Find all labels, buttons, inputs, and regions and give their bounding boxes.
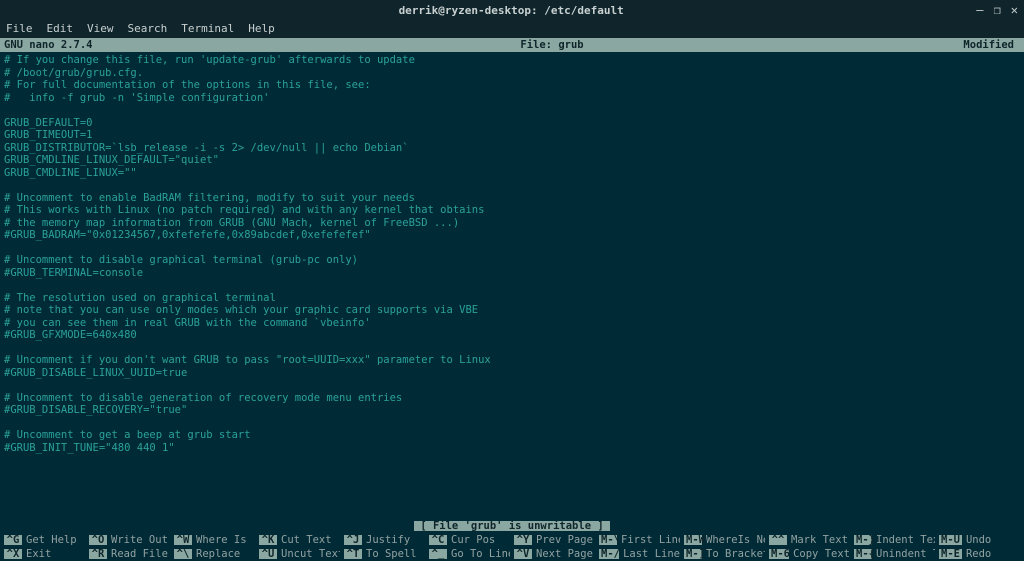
shortcut-read-file[interactable]: ^R Read File [89,547,170,561]
shortcut-key: ^U [259,549,277,560]
shortcut-key: M-/ [599,549,619,560]
shortcut-whereis-next[interactable]: M-W WhereIs Next [684,533,765,547]
shortcut-key: M-{ [854,549,872,560]
shortcut-key: M-U [939,535,962,546]
shortcut-label: Copy Text [793,549,850,560]
nano-filename: File: grub [204,40,900,51]
shortcut-uncut-text[interactable]: ^U Uncut Text [259,547,340,561]
nano-version: GNU nano 2.7.4 [4,40,204,51]
shortcut-key: ^X [4,549,22,560]
shortcut-first-line[interactable]: M-\ First Line [599,533,680,547]
shortcut-label: Get Help [26,535,77,546]
shortcut-label: Prev Page [536,535,593,546]
shortcut-label: Next Page [536,549,593,560]
shortcut-key: ^R [89,549,107,560]
shortcut-undo[interactable]: M-U Undo [939,533,1020,547]
maximize-icon[interactable]: ❐ [994,4,1001,16]
editor-content[interactable]: # If you change this file, run 'update-g… [0,52,1024,454]
shortcut-label: First Line [621,535,680,546]
shortcut-label: Indent Text [876,535,935,546]
shortcut-label: Last Line [623,549,680,560]
shortcut-label: Unindent Text [876,549,935,560]
window-title: derrik@ryzen-desktop: /etc/default [46,5,976,16]
minimize-icon[interactable]: — [976,4,983,16]
shortcut-label: Where Is [196,535,247,546]
shortcut-label: WhereIs Next [706,535,765,546]
shortcut-to-bracket[interactable]: M-] To Bracket [684,547,765,561]
shortcut-label: Go To Line [451,549,510,560]
shortcut-get-help[interactable]: ^G Get Help [4,533,85,547]
menu-search[interactable]: Search [128,23,168,34]
nano-modified: Modified [900,40,1020,51]
shortcut-key: M-6 [769,549,789,560]
shortcut-key: ^W [174,535,192,546]
shortcut-prev-page[interactable]: ^Y Prev Page [514,533,595,547]
shortcut-key: ^C [429,535,447,546]
shortcut-key: M-\ [599,535,617,546]
nano-header: GNU nano 2.7.4 File: grub Modified [0,38,1024,52]
shortcut-key: ^J [344,535,362,546]
shortcut-label: Exit [26,549,51,560]
shortcut-label: Read File [111,549,168,560]
shortcut-justify[interactable]: ^J Justify [344,533,425,547]
shortcut-key: ^Y [514,535,532,546]
shortcut-unindent-text[interactable]: M-{ Unindent Text [854,547,935,561]
menu-view[interactable]: View [87,23,114,34]
menubar: File Edit View Search Terminal Help [0,20,1024,38]
shortcut-where-is[interactable]: ^W Where Is [174,533,255,547]
shortcut-label: Redo [966,549,991,560]
shortcut-key: ^\ [174,549,192,560]
shortcut-cut-text[interactable]: ^K Cut Text [259,533,340,547]
shortcut-last-line[interactable]: M-/ Last Line [599,547,680,561]
shortcut-label: Justify [366,535,410,546]
shortcut-key: ^V [514,549,532,560]
shortcut-key: ^_ [429,549,447,560]
shortcut-label: Mark Text [791,535,848,546]
shortcut-key: ^O [89,535,107,546]
close-icon[interactable]: ✕ [1011,4,1018,16]
menu-terminal[interactable]: Terminal [181,23,234,34]
shortcut-label: Undo [966,535,991,546]
shortcut-indent-text[interactable]: M-} Indent Text [854,533,935,547]
shortcut-key: ^K [259,535,277,546]
shortcut-key: M-] [684,549,702,560]
shortcut-key: ^T [344,549,362,560]
shortcut-key: M-W [684,535,702,546]
shortcut-key: M-E [939,549,962,560]
shortcut-copy-text[interactable]: M-6 Copy Text [769,547,850,561]
shortcut-go-to-line[interactable]: ^_ Go To Line [429,547,510,561]
shortcut-label: Replace [196,549,240,560]
menu-file[interactable]: File [6,23,33,34]
status-bar: [ File 'grub' is unwritable ] [0,521,1024,532]
shortcut-label: To Bracket [706,549,765,560]
titlebar: derrik@ryzen-desktop: /etc/default — ❐ ✕ [0,0,1024,20]
shortcut-mark-text[interactable]: ^^ Mark Text [769,533,850,547]
shortcut-label: Uncut Text [281,549,340,560]
shortcut-key: ^G [4,535,22,546]
shortcut-label: To Spell [366,549,417,560]
shortcut-label: Cut Text [281,535,332,546]
status-message: [ File 'grub' is unwritable ] [414,521,609,532]
shortcut-write-out[interactable]: ^O Write Out [89,533,170,547]
shortcut-exit[interactable]: ^X Exit [4,547,85,561]
shortcut-key: M-} [854,535,872,546]
shortcut-redo[interactable]: M-E Redo [939,547,1020,561]
shortcut-key: ^^ [769,535,787,546]
shortcut-replace[interactable]: ^\ Replace [174,547,255,561]
shortcut-bar: ^G Get Help ^O Write Out ^W Where Is ^K Cut Tex… [0,533,1024,561]
shortcut-to-spell[interactable]: ^T To Spell [344,547,425,561]
shortcut-label: Cur Pos [451,535,495,546]
menu-edit[interactable]: Edit [47,23,74,34]
shortcut-cur-pos[interactable]: ^C Cur Pos [429,533,510,547]
shortcut-next-page[interactable]: ^V Next Page [514,547,595,561]
shortcut-label: Write Out [111,535,168,546]
window-controls: — ❐ ✕ [976,4,1018,16]
menu-help[interactable]: Help [248,23,275,34]
